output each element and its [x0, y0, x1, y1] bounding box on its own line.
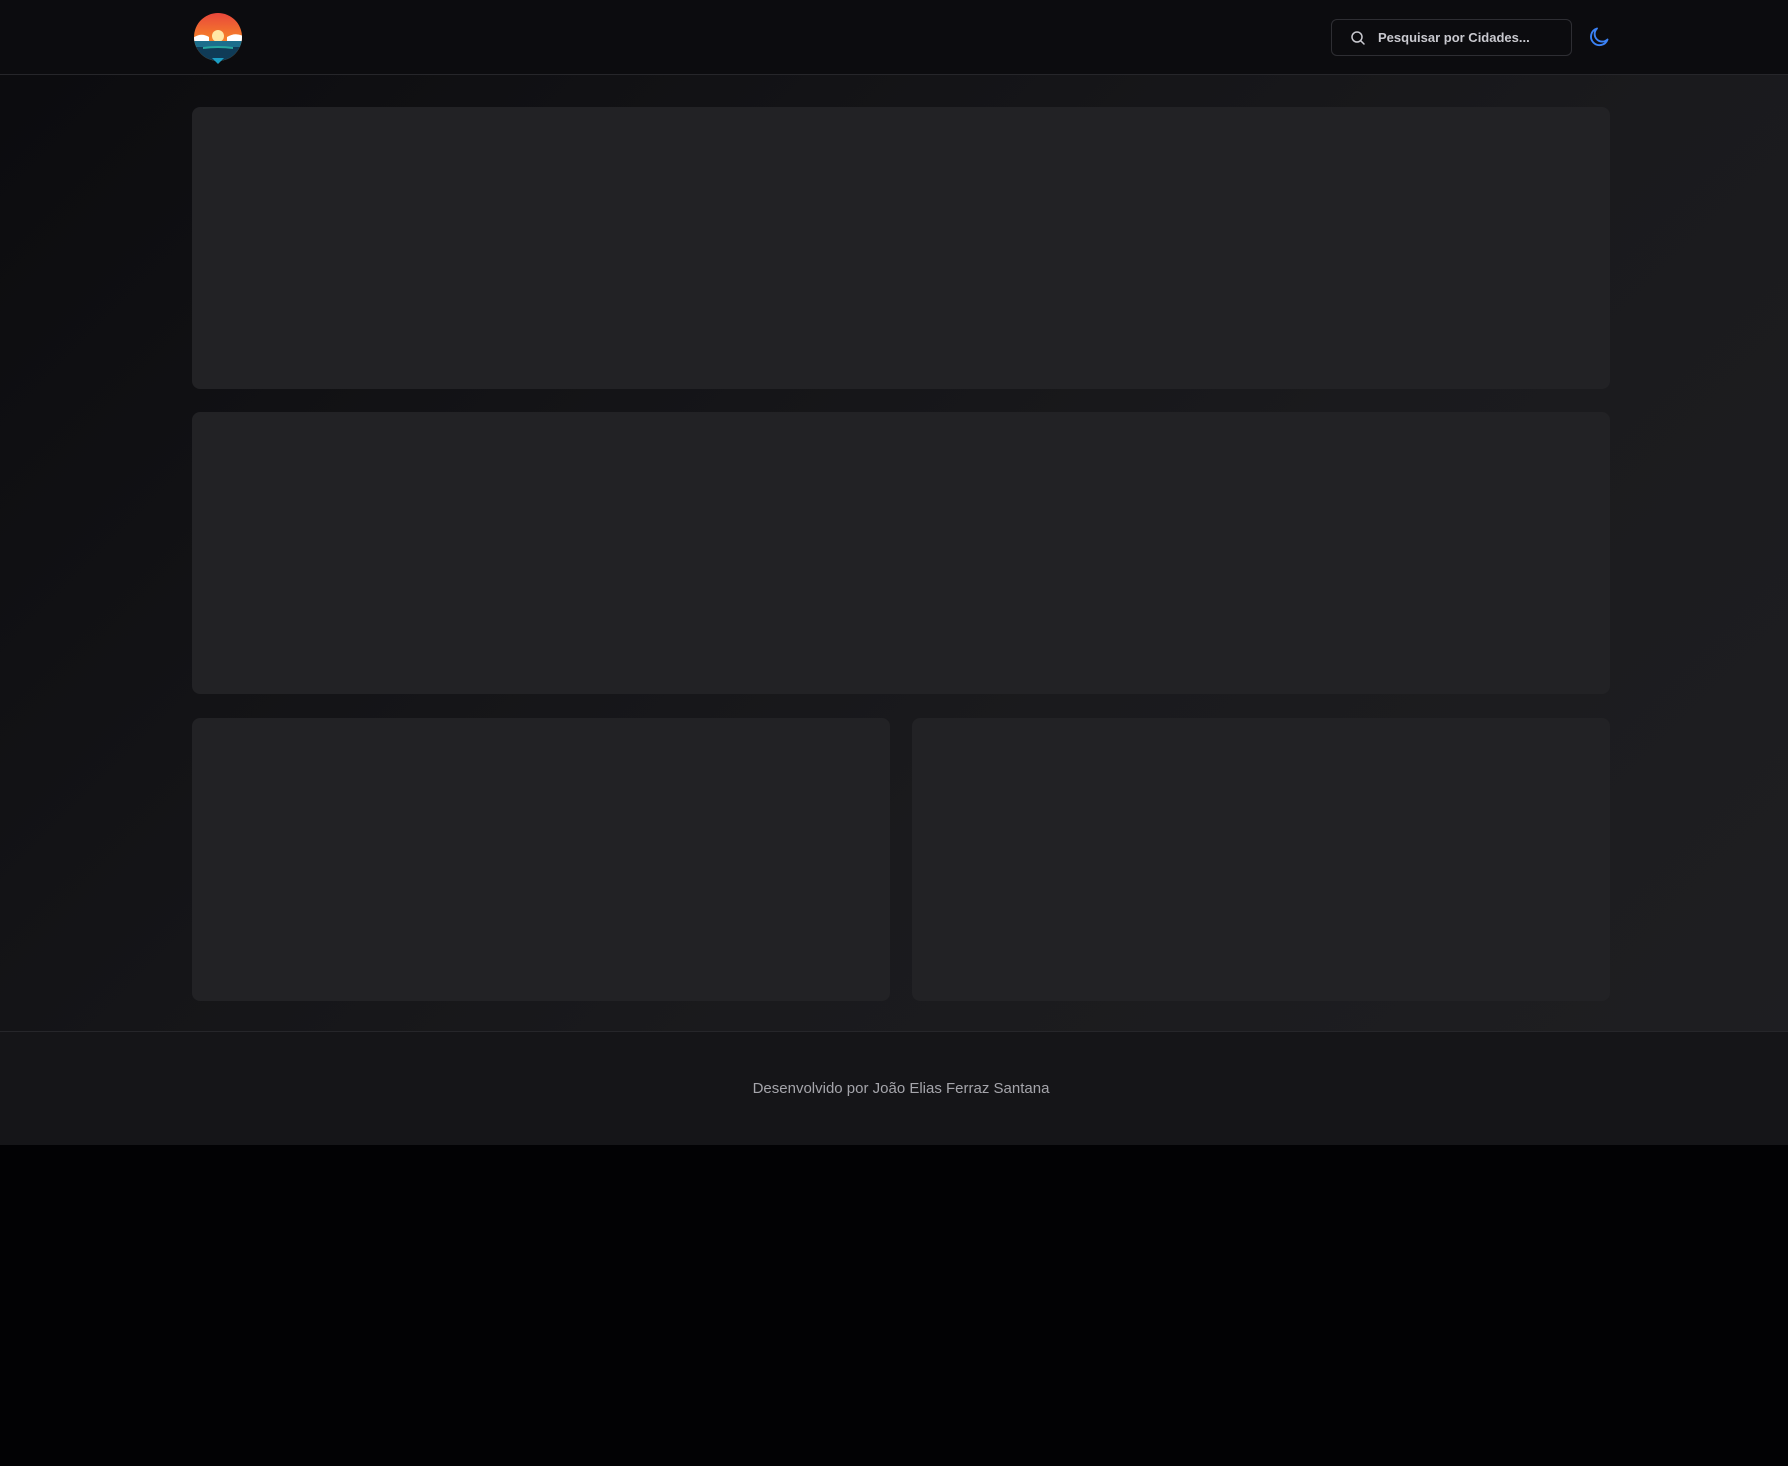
search-input[interactable]: Pesquisar por Cidades... — [1378, 30, 1530, 45]
search-icon — [1350, 30, 1366, 46]
footer-credit: Desenvolvido por João Elias Ferraz Santa… — [752, 1080, 1050, 1097]
weather-card-placeholder-forecast — [192, 412, 1610, 694]
top-navbar: Pesquisar por Cidades... — [0, 0, 1788, 75]
app-root: Pesquisar por Cidades... Desenvolvido po… — [0, 0, 1788, 1145]
weather-card-placeholder-right — [912, 718, 1610, 1001]
search-bar[interactable]: Pesquisar por Cidades... — [1331, 19, 1572, 56]
moon-icon[interactable] — [1587, 25, 1611, 49]
logo-icon[interactable] — [193, 12, 243, 64]
weather-card-placeholder-main — [192, 107, 1610, 389]
footer: Desenvolvido por João Elias Ferraz Santa… — [0, 1031, 1788, 1145]
weather-card-placeholder-left — [192, 718, 890, 1001]
